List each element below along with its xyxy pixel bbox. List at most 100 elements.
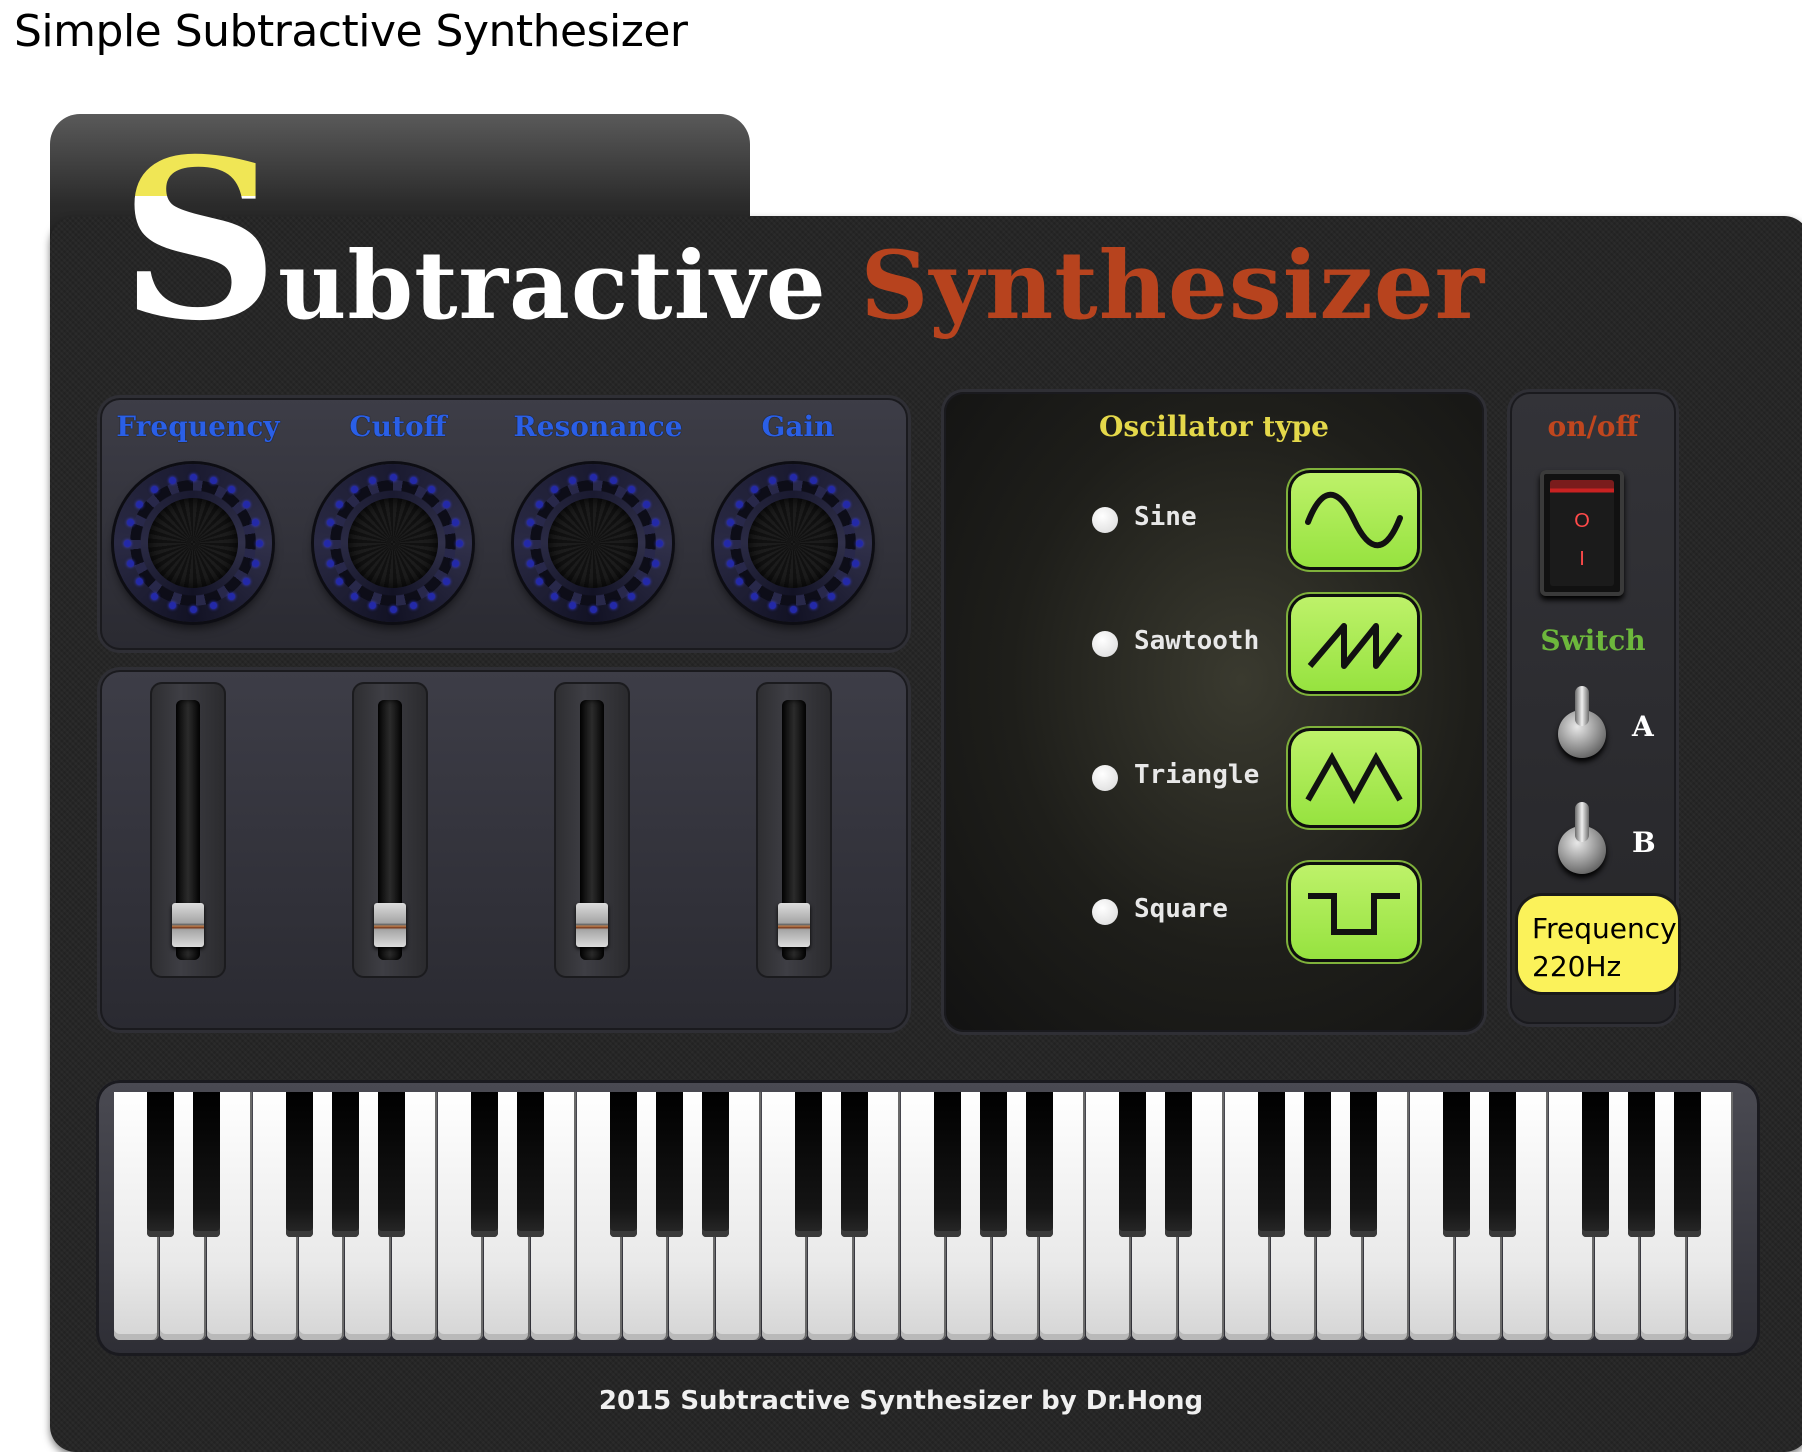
- sawtooth-icon: [1307, 623, 1403, 669]
- cutoff-knob[interactable]: [314, 464, 472, 622]
- footer-credit: 2015 Subtractive Synthesizer by Dr.Hong: [598, 1386, 1204, 1416]
- knob-indicator-dot: [769, 602, 777, 610]
- knob-indicator-dot: [428, 592, 436, 600]
- knob-indicator-dot: [189, 473, 197, 481]
- piano-black-key[interactable]: [1581, 1092, 1609, 1237]
- piano-black-key[interactable]: [1304, 1092, 1331, 1237]
- knob-indicator-dot: [350, 592, 358, 600]
- square-button[interactable]: [1288, 862, 1420, 962]
- logo-text: ubtractive Synthesizer: [278, 226, 1485, 346]
- knob-indicator-dot: [255, 539, 263, 547]
- piano-black-key[interactable]: [980, 1092, 1007, 1237]
- piano-black-key[interactable]: [517, 1092, 544, 1237]
- knob-indicator-dot: [750, 592, 758, 600]
- piano-black-key[interactable]: [1026, 1092, 1054, 1237]
- piano-black-key[interactable]: [1674, 1092, 1702, 1237]
- piano-black-key[interactable]: [1165, 1092, 1192, 1237]
- knob-indicator-dot: [726, 559, 734, 567]
- knob-indicator-dot: [789, 473, 797, 481]
- triangle-button[interactable]: [1288, 728, 1420, 828]
- power-panel: on/off O I Switch A B Frequency 220Hz: [1510, 392, 1678, 1024]
- knob-indicator-dot: [389, 605, 397, 613]
- knob-indicator-dot: [409, 602, 417, 610]
- piano-black-key[interactable]: [378, 1092, 406, 1237]
- triangle-icon: [1305, 751, 1403, 805]
- knob-indicator-dot: [736, 500, 744, 508]
- knob-indicator-dot: [569, 602, 577, 610]
- knob-indicator-dot: [136, 500, 144, 508]
- piano-black-key[interactable]: [1257, 1092, 1285, 1237]
- piano-black-key[interactable]: [332, 1092, 359, 1237]
- knob-indicator-dot: [323, 539, 331, 547]
- sine-radio[interactable]: [1092, 507, 1118, 533]
- knob-indicator-dot: [369, 476, 377, 484]
- knob-label-resonance: Resonance: [513, 410, 683, 443]
- frequency-display: Frequency 220Hz: [1518, 896, 1678, 992]
- slider-2-thumb[interactable]: [374, 903, 406, 948]
- piano-black-key[interactable]: [656, 1092, 683, 1237]
- power-rocker-switch[interactable]: O I: [1540, 470, 1624, 596]
- toggle-switch-a[interactable]: [1558, 686, 1606, 758]
- knob-label-frequency: Frequency: [116, 410, 280, 443]
- knob-indicator-dot: [242, 500, 250, 508]
- oscillator-title: Oscillator type: [1099, 410, 1329, 443]
- knob-indicator-dot: [789, 605, 797, 613]
- knob-indicator-dot: [150, 486, 158, 494]
- knob-indicator-dot: [169, 602, 177, 610]
- slider-panel: [100, 670, 908, 1030]
- page-title: Simple Subtractive Synthesizer: [14, 6, 688, 57]
- square-label: Square: [1134, 894, 1228, 924]
- piano-black-key[interactable]: [702, 1092, 730, 1237]
- knob-indicator-dot: [642, 578, 650, 586]
- triangle-label: Triangle: [1134, 760, 1260, 790]
- knob-indicator-dot: [569, 476, 577, 484]
- slider-1-thumb[interactable]: [172, 903, 204, 948]
- piano-black-key[interactable]: [1628, 1092, 1655, 1237]
- piano-black-key[interactable]: [285, 1092, 313, 1237]
- knob-label-cutoff: Cutoff: [349, 410, 447, 443]
- piano-black-key[interactable]: [794, 1092, 822, 1237]
- knob-label-gain: Gain: [761, 410, 835, 443]
- toggle-b-label: B: [1632, 826, 1656, 859]
- knob-indicator-dot: [209, 476, 217, 484]
- slider-3-thumb[interactable]: [576, 903, 608, 948]
- piano-black-key[interactable]: [193, 1092, 220, 1237]
- sawtooth-label: Sawtooth: [1134, 626, 1260, 656]
- slider-4-thumb[interactable]: [778, 903, 810, 948]
- knob-indicator-dot: [326, 559, 334, 567]
- knob-indicator-dot: [336, 500, 344, 508]
- sine-button[interactable]: [1288, 470, 1420, 570]
- knob-indicator-dot: [409, 476, 417, 484]
- piano-black-key[interactable]: [1118, 1092, 1146, 1237]
- knob-indicator-dot: [150, 592, 158, 600]
- knob-indicator-dot: [550, 486, 558, 494]
- knob-indicator-dot: [852, 559, 860, 567]
- sawtooth-radio[interactable]: [1092, 631, 1118, 657]
- piano-black-key[interactable]: [470, 1092, 498, 1237]
- resonance-knob[interactable]: [514, 464, 672, 622]
- knob-indicator-dot: [550, 592, 558, 600]
- toggle-switch-b[interactable]: [1558, 802, 1606, 874]
- gain-knob[interactable]: [714, 464, 872, 622]
- piano-black-key[interactable]: [933, 1092, 961, 1237]
- triangle-radio[interactable]: [1092, 765, 1118, 791]
- knob-indicator-dot: [655, 539, 663, 547]
- knob-indicator-dot: [228, 486, 236, 494]
- square-radio[interactable]: [1092, 899, 1118, 925]
- knob-indicator-dot: [126, 559, 134, 567]
- knob-indicator-dot: [123, 539, 131, 547]
- knob-indicator-dot: [252, 559, 260, 567]
- piano-black-key[interactable]: [146, 1092, 174, 1237]
- piano-black-key[interactable]: [609, 1092, 637, 1237]
- piano-black-key[interactable]: [1442, 1092, 1470, 1237]
- piano-black-key[interactable]: [841, 1092, 868, 1237]
- switch-label: Switch: [1540, 624, 1646, 657]
- frequency-knob[interactable]: [114, 464, 272, 622]
- piano-black-key[interactable]: [1350, 1092, 1378, 1237]
- knob-indicator-dot: [809, 602, 817, 610]
- knob-indicator-dot: [828, 486, 836, 494]
- piano-black-key[interactable]: [1489, 1092, 1516, 1237]
- sawtooth-button[interactable]: [1288, 594, 1420, 694]
- knob-panel: Frequency Cutoff Resonance Gain: [100, 398, 908, 650]
- knob-indicator-dot: [389, 473, 397, 481]
